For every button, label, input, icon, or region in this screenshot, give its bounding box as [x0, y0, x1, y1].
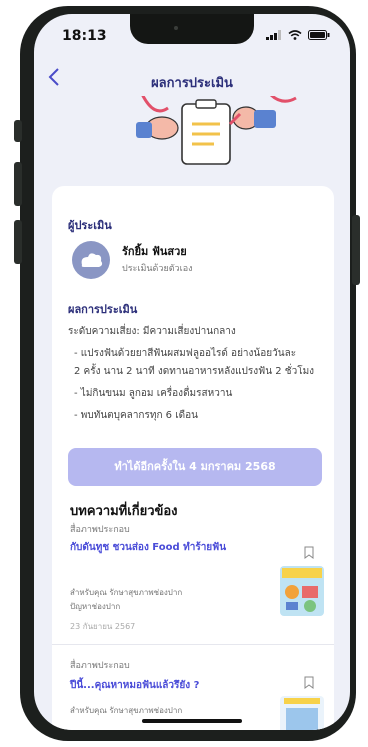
article-thumbnail: [280, 696, 324, 730]
tooth-cloud-icon: [81, 253, 103, 267]
screen: 18:13 ผลการประเมิน ผู้ประเมิน รักยิ้ม ฟั…: [34, 14, 350, 730]
volume-up-button: [14, 162, 22, 206]
battery-icon: [308, 30, 330, 40]
divider: [52, 644, 334, 645]
article-title[interactable]: กับดันทูช ชวนส่อง Food ทำร้ายฟัน: [70, 540, 250, 556]
article-topic: ปัญหาช่องปาก: [70, 602, 121, 611]
power-button: [352, 215, 360, 285]
mute-switch: [14, 120, 22, 142]
article-audience: สำหรับคุณ รักษาสุขภาพช่องปาก: [70, 588, 183, 597]
advice-line: - ไม่กินขนม ลูกอม เครื่องดื่มรสหวาน: [74, 388, 233, 399]
assessor-name: รักยิ้ม ฟันสวย: [122, 245, 187, 258]
article-date: 23 กันยายน 2567: [70, 622, 136, 631]
article-thumbnail: [280, 566, 324, 616]
risk-level: ระดับความเสี่ยง: มีความเสี่ยงปานกลาง: [68, 326, 236, 337]
bookmark-icon[interactable]: [304, 676, 314, 689]
related-articles-heading: บทความที่เกี่ยวข้อง: [70, 504, 178, 519]
advice-line: 2 ครั้ง นาน 2 นาที งดทานอาหารหลังแปรงฟัน…: [74, 366, 315, 377]
article-category: สื่อภาพประกอบ: [70, 661, 130, 671]
retry-assessment-button[interactable]: ทำได้อีกครั้งใน 4 มกราคม 2568: [68, 448, 322, 486]
home-indicator: [142, 719, 242, 723]
page-title: ผลการประเมิน: [151, 76, 233, 91]
result-section-title: ผลการประเมิน: [68, 303, 138, 316]
assessment-illustration: [34, 92, 350, 176]
assessor-section-title: ผู้ประเมิน: [68, 219, 112, 232]
article-category: สื่อภาพประกอบ: [70, 525, 130, 535]
advice-line: - พบทันตบุคลากรทุก 6 เดือน: [74, 410, 198, 421]
assessor-subtitle: ประเมินด้วยตัวเอง: [122, 264, 193, 274]
wifi-icon: [288, 30, 302, 40]
article-audience: สำหรับคุณ รักษาสุขภาพช่องปาก: [70, 706, 183, 715]
volume-down-button: [14, 220, 22, 264]
bookmark-icon[interactable]: [304, 546, 314, 559]
signal-icon: [266, 30, 281, 40]
avatar: [72, 241, 110, 279]
result-card: ผู้ประเมิน รักยิ้ม ฟันสวย ประเมินด้วยตัว…: [52, 186, 334, 730]
header: ผลการประเมิน: [34, 54, 350, 100]
status-time: 18:13: [62, 28, 107, 44]
article-title[interactable]: ปีนี้...คุณหาหมอฟันแล้วรึยัง ?: [70, 678, 250, 694]
notch: [130, 14, 254, 44]
advice-line: - แปรงฟันด้วยยาสีฟันผสมฟลูออไรด์ อย่างน้…: [74, 348, 297, 359]
